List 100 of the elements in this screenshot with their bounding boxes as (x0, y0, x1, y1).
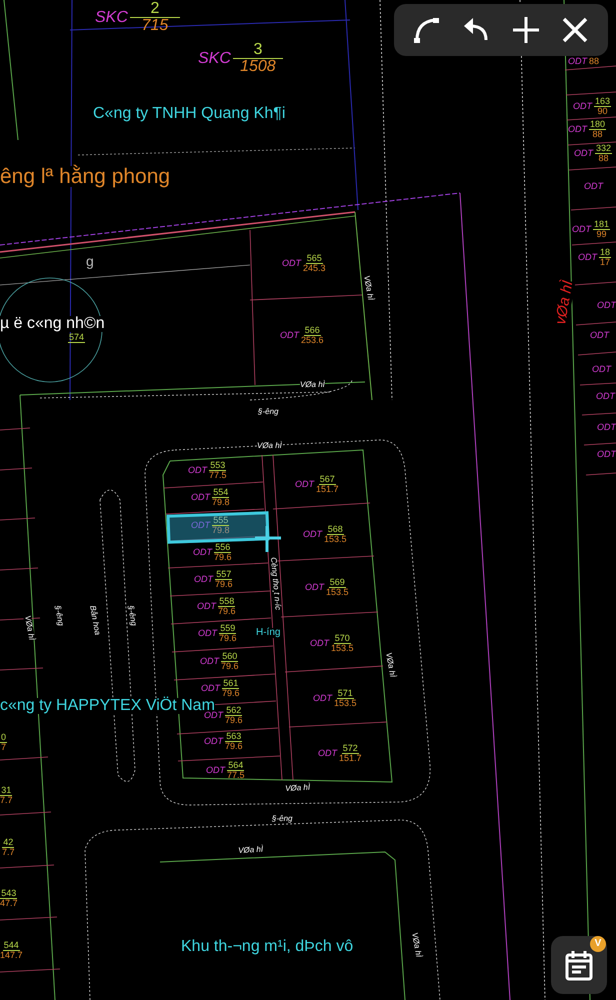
parcel-number: 332 (595, 144, 612, 154)
land-use-code: ODT (193, 548, 212, 557)
land-use-code: ODT (573, 102, 592, 111)
land-use-code: ODT (305, 583, 324, 592)
parcel-number: 181 (593, 220, 610, 230)
land-use-code: ODT (584, 182, 603, 191)
parcel-number: 570 (334, 634, 351, 644)
parcel-number: 560 (221, 652, 238, 662)
land-use-code: ODT (592, 365, 611, 374)
parcel-number: 555 (212, 516, 230, 526)
parcel-area: 88 (592, 130, 603, 139)
parcel-number: 2 (130, 1, 180, 18)
land-use-code: ODT (596, 392, 615, 401)
land-use-code: ODT (590, 331, 609, 340)
calendar-button[interactable] (551, 936, 607, 994)
parcel-area: 90 (598, 107, 608, 116)
parcel-number: 562 (225, 706, 242, 716)
parcel-area: 79.6 (222, 689, 240, 698)
land-use-code: ODT (318, 749, 337, 758)
land-use-code: ODT (572, 225, 591, 234)
land-use-code: ODT (578, 253, 597, 262)
land-use-code: ODT (568, 125, 587, 134)
land-use-code: ODT (201, 684, 220, 693)
parcel-number: 565 (306, 254, 323, 264)
parcel-number: 543 (0, 889, 18, 899)
land-use-code: ODT (200, 657, 219, 666)
parcel-number: 557 (215, 570, 232, 580)
parcel-area: 153.5 (324, 535, 347, 544)
parcel-area: 79.6 (221, 662, 239, 671)
parcel-area: 88 (598, 154, 609, 163)
parcel-area: 77.5 (227, 771, 245, 780)
parcel-area: 151.7 (339, 754, 362, 763)
parcel-area: 7 (1, 743, 6, 752)
land-use-code: ODT (194, 575, 213, 584)
parcel-area: 79.6 (219, 634, 237, 643)
parcel-number: 556 (214, 543, 232, 553)
land-use-code: ODT (303, 530, 322, 539)
land-use-code: SKC (198, 50, 231, 66)
road-label: Bån hoa (88, 605, 102, 636)
parcel-number: 561 (222, 679, 240, 689)
parcel-area: 79.8 (212, 498, 230, 507)
land-use-code: ODT (204, 711, 223, 720)
road-label: §-êng (53, 605, 65, 627)
parcel-area: 99 (596, 230, 607, 239)
parcel-area: 79.6 (225, 716, 243, 725)
road-label: §-êng (272, 815, 292, 823)
parcel-number: 163 (594, 97, 612, 107)
land-use-code: ODT (295, 480, 314, 489)
road-label: VØa hÌ (410, 932, 422, 958)
calendar-icon (564, 949, 594, 981)
parcel-area: 153.5 (334, 699, 357, 708)
road-label: VØa hÌ (285, 784, 310, 793)
land-use-code: ODT (313, 694, 332, 703)
parcel-number: 554 (212, 488, 230, 498)
parcel-number: 558 (218, 597, 236, 607)
road-label: VØa hÌ (384, 652, 396, 678)
parcel-area: 79.6 (215, 580, 233, 589)
parcel-area: 79.8 (212, 526, 230, 535)
land-use-code: ODT (310, 639, 329, 648)
road-label: VØa hÌ (23, 615, 36, 641)
parcel-area: 79.6 (218, 607, 236, 616)
road-label: VØa hÌ (257, 442, 282, 450)
parcel-number: 3 (232, 42, 283, 59)
area-label: êng lª hằng phong (0, 166, 170, 187)
area-label: µ ë c«ng nh©n (0, 316, 105, 332)
parcel-area: 1508 (240, 59, 276, 75)
land-use-code: ODT (198, 629, 217, 638)
land-use-code: ODT (197, 602, 216, 611)
land-use-code: ODT (188, 466, 207, 475)
parcel-area: 153.5 (331, 644, 354, 653)
parcel-number: 553 (209, 461, 226, 471)
parcel-area: 17 (600, 258, 610, 267)
parcel-area: 7.7 (0, 796, 13, 805)
parcel-number: 180 (589, 120, 606, 130)
parcel-area: 253.6 (301, 336, 324, 345)
area-label: Khu th-¬ng m¹i, dÞch vô (181, 939, 354, 955)
parcel-area: 77.5 (209, 471, 227, 480)
road-label: §-êng (258, 408, 278, 416)
parcel-area: 153.5 (326, 588, 349, 597)
parcel-number: 18 (599, 248, 612, 258)
parcel-area: 88 (589, 57, 600, 66)
parcel-area: 245.3 (303, 264, 326, 273)
parcel-number: 564 (227, 761, 244, 771)
land-use-code: ODT (204, 737, 223, 746)
parcel-number: 544 (2, 941, 20, 951)
road-label: VØa hÌ (362, 275, 374, 301)
parcel-number: 567 (318, 475, 336, 485)
parcel-area: 79.6 (225, 742, 243, 751)
land-use-code: ODT (574, 149, 593, 158)
land-use-code: ODT (191, 521, 210, 530)
land-use-code: ODT (568, 57, 587, 66)
parcel-number: 571 (336, 689, 354, 699)
road-label: §-êng (126, 605, 138, 627)
parcel-area: 47.7 (0, 899, 18, 908)
parcel-number: 569 (328, 578, 346, 588)
land-use-code: ODT (280, 331, 299, 340)
parcel-number: 568 (326, 525, 344, 535)
land-use-code: ODT (191, 493, 210, 502)
parcel-area: 147.7 (0, 951, 23, 960)
parcel-number: 0 (0, 733, 8, 743)
